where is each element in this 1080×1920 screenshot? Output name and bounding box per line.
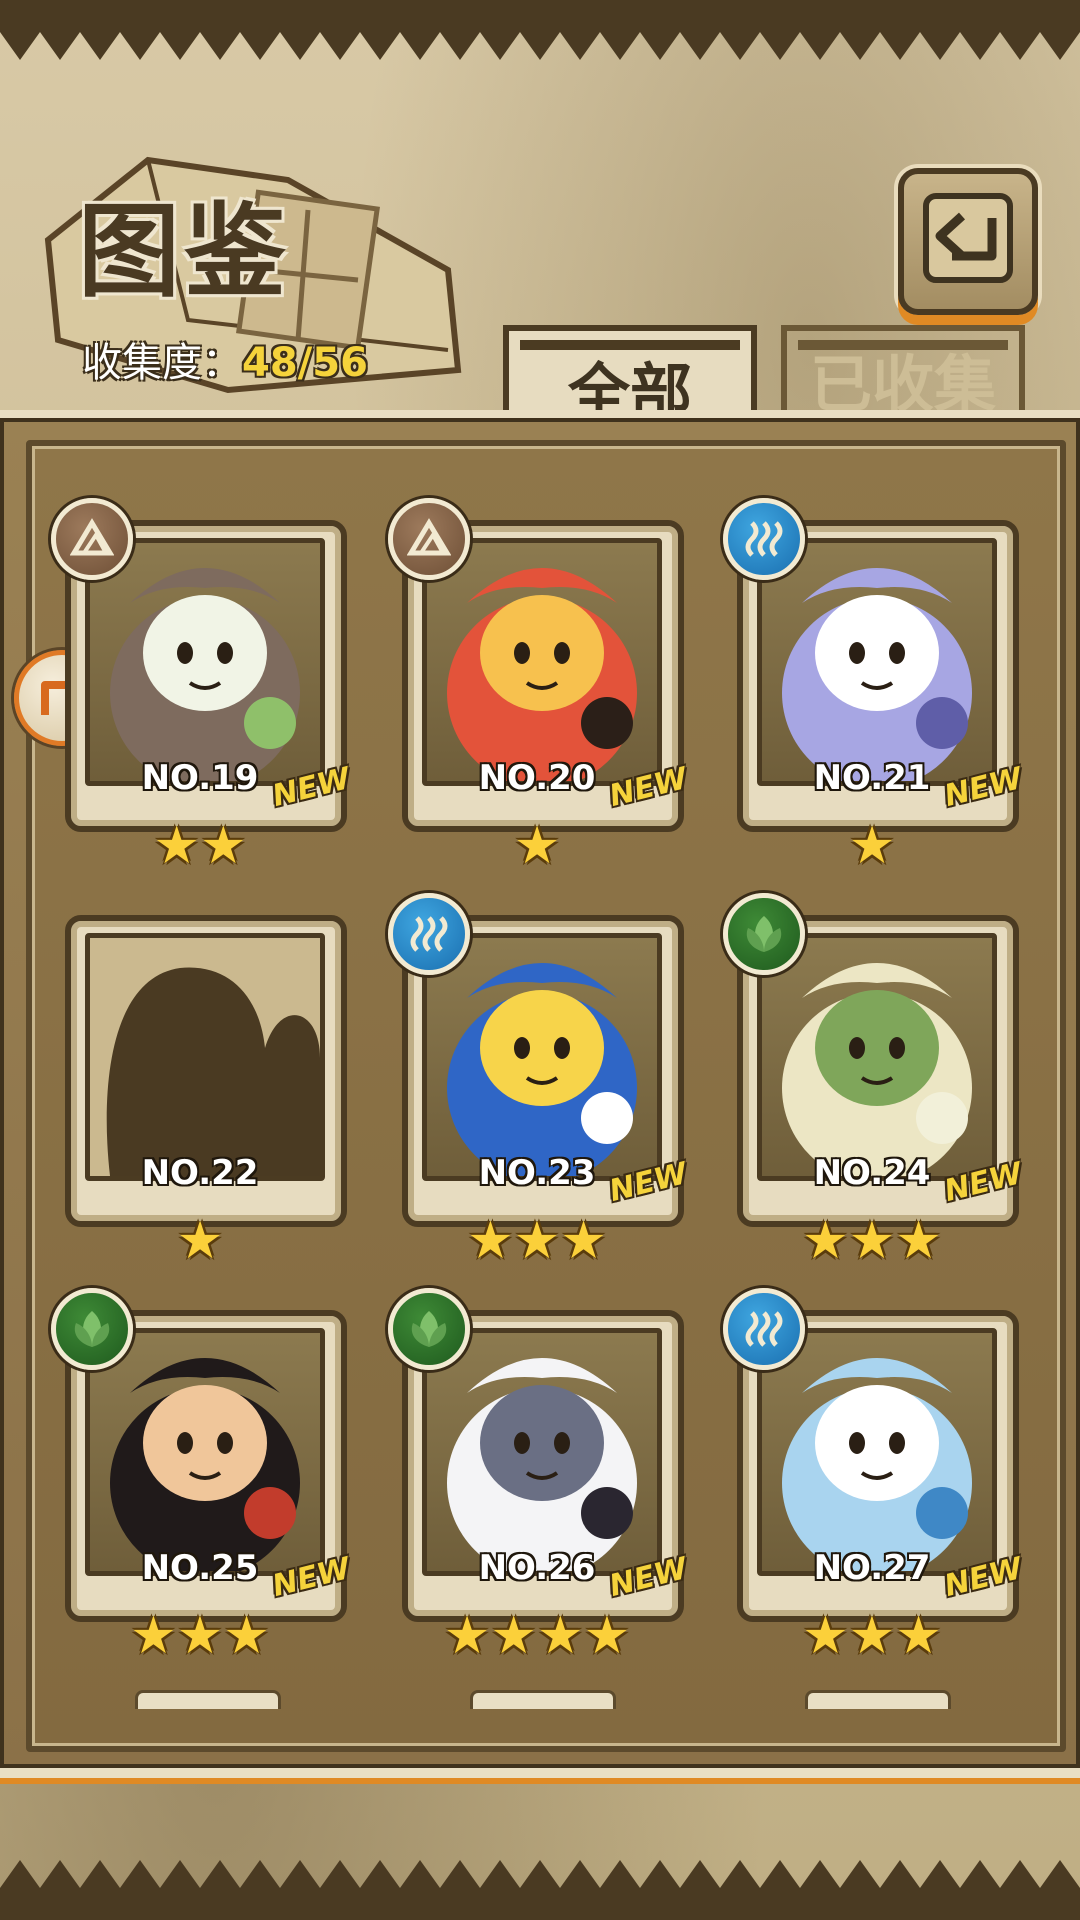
monster-card[interactable]: NO.25 NEW ★★★ xyxy=(51,1288,354,1662)
card-number: NO.22 xyxy=(141,1153,259,1193)
monster-card[interactable]: NO.23 NEW ★★★ xyxy=(388,893,691,1267)
wave-icon xyxy=(745,521,783,557)
star-rating: ★★★ xyxy=(802,1606,942,1666)
bottom-zigzag-border xyxy=(0,1860,1080,1920)
leaf-icon xyxy=(74,1311,110,1347)
star-rating: ★ xyxy=(848,816,896,876)
collection-progress: 收集度：48/56 xyxy=(82,330,368,388)
monster-portrait xyxy=(85,1328,325,1576)
star-rating: ★ xyxy=(513,816,561,876)
monster-card[interactable]: NO.21 NEW ★ xyxy=(723,498,1026,872)
monster-portrait xyxy=(757,933,997,1181)
earth-element-badge xyxy=(51,498,133,580)
grass-element-badge xyxy=(388,1288,470,1370)
earth-element-badge xyxy=(388,498,470,580)
monster-portrait xyxy=(757,1328,997,1576)
monster-card[interactable]: NO.27 NEW ★★★ xyxy=(723,1288,1026,1662)
wave-icon xyxy=(410,916,448,952)
star-rating: ★ xyxy=(176,1211,224,1271)
collection-value: 48/56 xyxy=(242,340,368,386)
monster-card[interactable]: NO.26 NEW ★★★★ xyxy=(388,1288,691,1662)
water-element-badge xyxy=(723,1288,805,1370)
monster-portrait xyxy=(85,538,325,786)
monster-card[interactable]: NO.19 NEW ★★ xyxy=(51,498,354,872)
next-row-peek xyxy=(135,1690,281,1709)
collection-label: 收集度： xyxy=(82,340,242,386)
next-row-peek xyxy=(470,1690,616,1709)
star-rating: ★★★ xyxy=(130,1606,270,1666)
back-arrow-icon xyxy=(923,193,1013,283)
monster-portrait xyxy=(757,538,997,786)
mountain-icon xyxy=(407,518,451,556)
monster-portrait xyxy=(422,1328,662,1576)
monster-card[interactable]: NO.20 NEW ★ xyxy=(388,498,691,872)
star-rating: ★★★★ xyxy=(443,1606,631,1666)
grass-element-badge xyxy=(723,893,805,975)
monster-card[interactable]: NO.22 ★ xyxy=(55,915,347,1267)
top-zigzag-border xyxy=(0,0,1080,60)
leaf-icon xyxy=(746,916,782,952)
water-element-badge xyxy=(723,498,805,580)
star-rating: ★★★ xyxy=(802,1211,942,1271)
wave-icon xyxy=(745,1311,783,1347)
back-button[interactable] xyxy=(898,168,1038,315)
mountain-icon xyxy=(70,518,114,556)
grass-element-badge xyxy=(51,1288,133,1370)
leaf-icon xyxy=(411,1311,447,1347)
monster-portrait xyxy=(422,538,662,786)
monster-card[interactable]: NO.24 NEW ★★★ xyxy=(723,893,1026,1267)
star-rating: ★★ xyxy=(153,816,247,876)
page-title: 图鉴 xyxy=(78,193,290,312)
next-row-peek xyxy=(805,1690,951,1709)
portrait-silhouette xyxy=(85,933,325,1181)
star-rating: ★★★ xyxy=(467,1211,607,1271)
monster-portrait xyxy=(422,933,662,1181)
water-element-badge xyxy=(388,893,470,975)
